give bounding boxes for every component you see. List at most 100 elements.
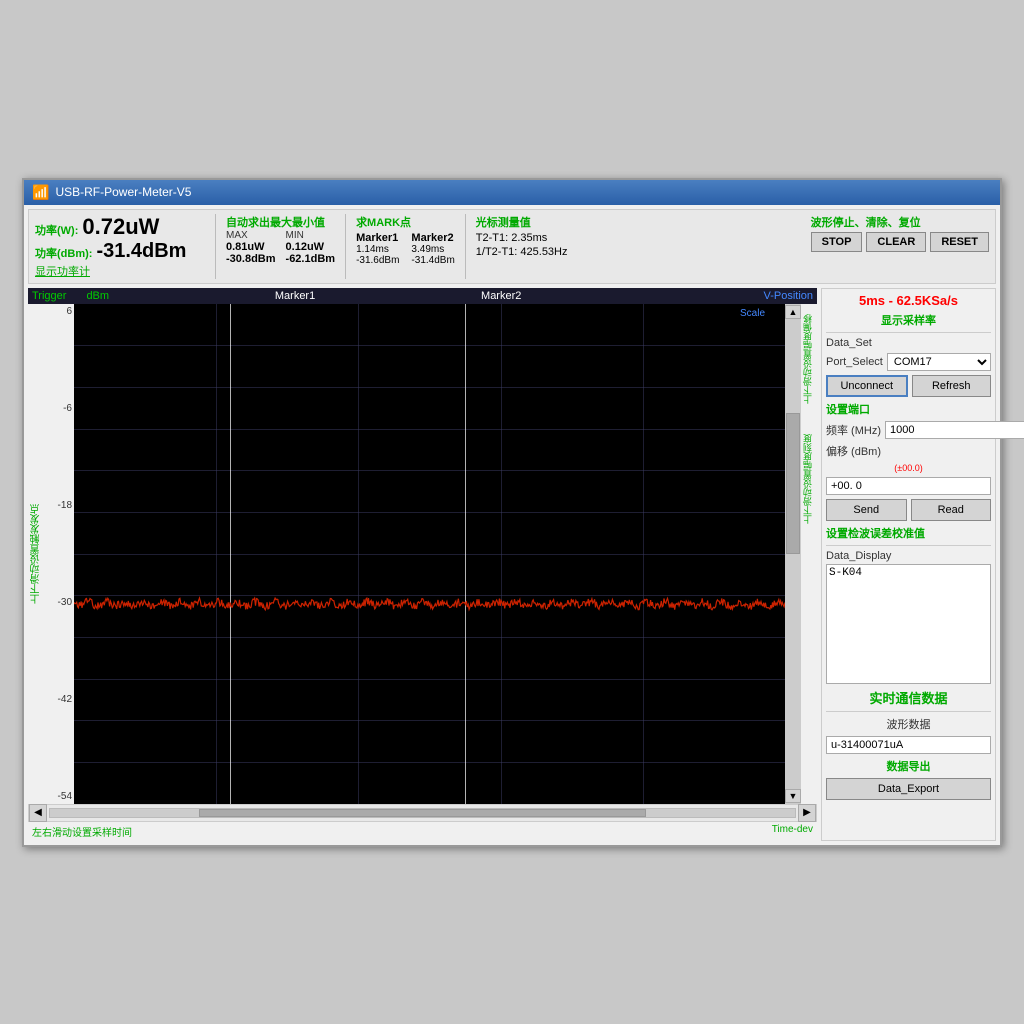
reset-button[interactable]: RESET [930,232,989,252]
scope-left-text: 上下滑动设置触发发点 [28,304,44,804]
data-set-label: Data_Set [826,337,881,349]
marker1-label: Marker1 [356,232,399,244]
unconnect-button[interactable]: Unconnect [826,375,908,397]
vscroll-down[interactable]: ▼ [785,789,801,803]
wave-controls: 波形停止、清除、复位 STOP CLEAR RESET [811,214,989,279]
power-w-value: 0.72uW [82,214,159,240]
app-title: USB-RF-Power-Meter-V5 [55,185,191,199]
max-w-val: 0.81uW [226,241,265,253]
offset-label: 偏移 (dBm) [826,443,881,459]
export-label: 数据导出 [826,758,991,774]
app-icon: 📶 [32,184,49,201]
scope-trigger-label: Trigger [32,290,66,302]
data-display-textarea[interactable] [826,564,991,684]
auto-minmax-header: 自动求出最大最小值 [226,214,335,230]
wave-data-input[interactable] [826,736,991,754]
marker2-label: Marker2 [411,232,454,244]
send-read-row: Send Read [826,499,991,521]
vscroll-track[interactable] [786,319,800,789]
inv-t2-t1-value: 1/T2-T1: 425.53Hz [476,246,568,258]
read-button[interactable]: Read [911,499,992,521]
min-col: MIN 0.12uW -62.1dBm [286,230,336,265]
lr-scroll-label: 左右滑动设置采样时间 [32,824,132,839]
min-w-val: 0.12uW [286,241,325,253]
rp-divider-2 [826,545,991,546]
scope-bottom-labels: 左右滑动设置采样时间 Time-dev [28,822,817,841]
top-bar: 功率(W): 0.72uW 功率(dBm): -31.4dBm 显示功率计 自动… [28,209,996,284]
wave-data-label: 波形数据 [826,716,991,732]
up-down-trigger-label: 上下滑动设置触发发点 [29,504,44,604]
scope-body: 上下滑动设置触发发点 6 -6 -18 -30 -42 - [28,304,817,804]
connect-btn-row: Unconnect Refresh [826,375,991,397]
show-power-meter-link[interactable]: 显示功率计 [35,263,205,279]
y-label-neg42: -42 [46,694,72,705]
marker1-time: 1.14ms [356,244,399,255]
data-display-section: Data_Display [826,550,991,684]
scope-marker2-label: Marker2 [481,290,521,302]
offset-input-row [826,477,991,495]
scope-marker1-label: Marker1 [275,290,315,302]
port-select-dropdown[interactable]: COM17 COM1 COM2 [887,353,991,371]
scope-canvas[interactable]: Scale [74,304,785,804]
y-label-neg30: -30 [46,597,72,608]
minmax-row: MAX 0.81uW -30.8dBm MIN 0.12uW -62.1dBm [226,230,335,265]
cursor-header: 光标测量值 [476,214,568,230]
display-sample-label: 显示采样率 [826,312,991,328]
mark-header: 求MARK点 [356,214,455,230]
scope-container: Trigger dBm Marker1 Marker2 V-Position 上… [28,288,817,841]
time-dev-label: Time-dev [772,824,813,839]
rp-divider-3 [826,711,991,712]
send-button[interactable]: Send [826,499,907,521]
max-dbm-val: -30.8dBm [226,253,276,265]
wave-control-header: 波形停止、清除、复位 [811,214,989,230]
divider-1 [215,214,216,279]
marker2-dbm: -31.4dBm [411,255,454,266]
rp-divider-1 [826,332,991,333]
marker-section: 求MARK点 Marker1 1.14ms -31.6dBm Marker2 3… [356,214,455,279]
vscroll-bar[interactable]: ▲ ▼ [785,304,801,804]
power-w-row: 功率(W): 0.72uW [35,214,205,240]
min-tag: MIN [286,230,304,241]
max-col: MAX 0.81uW -30.8dBm [226,230,276,265]
up-down-scale-label: 上下滑动设置幅度刻度 [801,434,817,524]
scrollbar-track[interactable] [49,808,796,818]
marker2-time: 3.49ms [411,244,454,255]
wave-buttons-row: STOP CLEAR RESET [811,232,989,252]
data-display-title: Data_Display [826,550,991,562]
y-label-neg18: -18 [46,500,72,511]
offset-input[interactable] [826,477,991,495]
divider-3 [465,214,466,279]
marker1-col: Marker1 1.14ms -31.6dBm [356,232,399,266]
markers-row: Marker1 1.14ms -31.6dBm Marker2 3.49ms -… [356,232,455,266]
data-set-row: Data_Set [826,337,991,349]
scroll-right[interactable]: ▶ [798,804,816,822]
vscroll-thumb[interactable] [786,413,800,554]
app-window: 📶 USB-RF-Power-Meter-V5 功率(W): 0.72uW 功率… [22,178,1002,847]
scope-dbm-label: dBm [86,290,109,302]
y-label-6: 6 [46,306,72,317]
freq-input[interactable] [885,421,1024,439]
y-label-neg54: -54 [46,791,72,802]
clear-button[interactable]: CLEAR [866,232,926,252]
scrollbar-thumb[interactable] [199,809,646,817]
scope-header: Trigger dBm Marker1 Marker2 V-Position [28,288,817,304]
power-dbm-row: 功率(dBm): -31.4dBm [35,240,205,263]
right-panel: 5ms - 62.5KSa/s 显示采样率 Data_Set Port_Sele… [821,288,996,841]
max-tag: MAX [226,230,248,241]
port-select-row: Port_Select COM17 COM1 COM2 [826,353,991,371]
export-button[interactable]: Data_Export [826,778,991,800]
settings-label: 设置端口 [826,401,991,417]
marker1-dbm: -31.6dBm [356,255,399,266]
scope-scrollbar-row: ◀ ▶ [28,804,817,822]
freq-label: 频率 (MHz) [826,422,881,438]
offset-hint: (±00.0) [826,463,991,473]
power-display: 功率(W): 0.72uW 功率(dBm): -31.4dBm 显示功率计 [35,214,205,279]
realtime-label: 实时通信数据 [826,688,991,707]
stop-button[interactable]: STOP [811,232,863,252]
scroll-left[interactable]: ◀ [29,804,47,822]
refresh-button[interactable]: Refresh [912,375,992,397]
calibration-label: 设置检波误差校准值 [826,525,991,541]
title-bar: 📶 USB-RF-Power-Meter-V5 [24,180,1000,205]
signal-svg [74,304,785,804]
vscroll-up[interactable]: ▲ [785,305,801,319]
